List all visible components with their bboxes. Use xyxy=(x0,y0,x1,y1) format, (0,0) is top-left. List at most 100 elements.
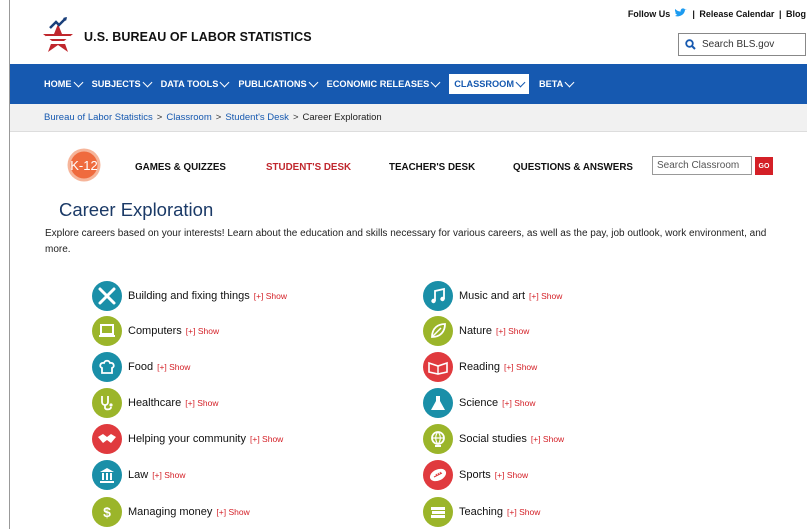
nav-economic-releases[interactable]: ECONOMIC RELEASES xyxy=(326,74,441,94)
computer-icon[interactable] xyxy=(92,316,122,346)
stethoscope-icon[interactable] xyxy=(92,388,122,418)
chevron-down-icon xyxy=(73,77,84,88)
handshake-icon[interactable] xyxy=(92,424,122,454)
top-links: Follow Us | Release Calendar | Blog xyxy=(628,8,806,19)
nav-beta-label: BETA xyxy=(538,79,564,89)
chevron-down-icon xyxy=(515,77,526,88)
career-name[interactable]: Sports xyxy=(459,469,491,481)
teachers-desk-link[interactable]: TEACHER'S DESK xyxy=(389,162,475,173)
breadcrumb-current: Career Exploration xyxy=(302,112,382,123)
release-calendar-link[interactable]: Release Calendar xyxy=(699,9,774,19)
show-toggle[interactable]: [+] Show xyxy=(216,507,249,517)
globe-icon[interactable] xyxy=(423,424,453,454)
career-name[interactable]: Reading xyxy=(459,361,500,373)
career-name[interactable]: Science xyxy=(459,397,498,409)
breadcrumb-separator: > xyxy=(292,112,299,123)
k12-label: K-12 xyxy=(70,158,97,173)
show-toggle[interactable]: [+] Show xyxy=(254,291,287,301)
music-icon[interactable] xyxy=(423,281,453,311)
search-bls-input[interactable]: Search BLS.gov xyxy=(678,33,806,56)
career-name[interactable]: Helping your community xyxy=(128,433,246,445)
nav-beta[interactable]: BETA xyxy=(538,74,575,94)
career-item: Nature [+] Show xyxy=(423,315,529,347)
show-toggle[interactable]: [+] Show xyxy=(529,291,562,301)
chevron-down-icon xyxy=(142,77,153,88)
nav-economic-releases-label: ECONOMIC RELEASES xyxy=(326,79,430,89)
chevron-down-icon xyxy=(308,77,319,88)
career-name[interactable]: Teaching xyxy=(459,506,503,518)
career-name[interactable]: Building and fixing things xyxy=(128,290,250,302)
browser-page: U.S. BUREAU OF LABOR STATISTICS Follow U… xyxy=(9,0,807,529)
svg-text:$: $ xyxy=(103,504,111,520)
career-name[interactable]: Healthcare xyxy=(128,397,181,409)
football-icon[interactable] xyxy=(423,460,453,490)
students-desk-link[interactable]: STUDENT'S DESK xyxy=(266,162,351,173)
chevron-down-icon xyxy=(219,77,230,88)
career-name[interactable]: Social studies xyxy=(459,433,527,445)
show-toggle[interactable]: [+] Show xyxy=(496,326,529,336)
nav-data-tools[interactable]: DATA TOOLS xyxy=(161,74,230,94)
show-toggle[interactable]: [+] Show xyxy=(507,507,540,517)
career-item: Building and fixing things [+] Show xyxy=(92,280,287,312)
career-name[interactable]: Law xyxy=(128,469,148,481)
nav-home-label: HOME xyxy=(44,79,72,89)
tools-icon[interactable] xyxy=(92,281,122,311)
follow-us-link[interactable]: Follow Us xyxy=(628,9,671,19)
courthouse-icon[interactable] xyxy=(92,460,122,490)
career-item: Law [+] Show xyxy=(92,459,186,491)
show-toggle[interactable]: [+] Show xyxy=(250,434,283,444)
career-name[interactable]: Managing money xyxy=(128,506,212,518)
nav-publications-label: PUBLICATIONS xyxy=(238,79,307,89)
show-toggle[interactable]: [+] Show xyxy=(157,362,190,372)
k12-logo[interactable]: K-12 xyxy=(63,148,105,182)
career-item: $ Managing money [+] Show xyxy=(92,496,250,528)
games-quizzes-link[interactable]: GAMES & QUIZZES xyxy=(135,162,226,173)
nav-home[interactable]: HOME xyxy=(44,74,84,94)
show-toggle[interactable]: [+] Show xyxy=(185,398,218,408)
career-item: Healthcare [+] Show xyxy=(92,387,219,419)
show-toggle[interactable]: [+] Show xyxy=(152,470,185,480)
breadcrumb: Bureau of Labor Statistics > Classroom >… xyxy=(10,104,807,132)
breadcrumb-bls[interactable]: Bureau of Labor Statistics xyxy=(44,112,153,123)
career-item: Music and art [+] Show xyxy=(423,280,562,312)
flask-icon[interactable] xyxy=(423,388,453,418)
career-name[interactable]: Computers xyxy=(128,325,182,337)
nav-publications[interactable]: PUBLICATIONS xyxy=(238,74,319,94)
site-title[interactable]: U.S. BUREAU OF LABOR STATISTICS xyxy=(84,30,312,44)
career-item: Computers [+] Show xyxy=(92,315,219,347)
money-icon[interactable]: $ xyxy=(92,497,122,527)
blog-link[interactable]: Blog xyxy=(786,9,806,19)
career-item: Sports [+] Show xyxy=(423,459,528,491)
classroom-search-input[interactable]: Search Classroom xyxy=(652,156,752,175)
main-nav: HOME SUBJECTS DATA TOOLS PUBLICATIONS EC… xyxy=(10,64,807,104)
leaf-icon[interactable] xyxy=(423,316,453,346)
nav-subjects[interactable]: SUBJECTS xyxy=(92,74,153,94)
divider: | xyxy=(778,9,782,19)
book-icon[interactable] xyxy=(423,352,453,382)
breadcrumb-separator: > xyxy=(156,112,163,123)
career-name[interactable]: Food xyxy=(128,361,153,373)
chef-hat-icon[interactable] xyxy=(92,352,122,382)
bls-logo-icon[interactable] xyxy=(36,16,80,58)
breadcrumb-separator: > xyxy=(215,112,222,123)
breadcrumb-students-desk[interactable]: Student's Desk xyxy=(225,112,289,123)
show-toggle[interactable]: [+] Show xyxy=(531,434,564,444)
show-toggle[interactable]: [+] Show xyxy=(186,326,219,336)
career-item: Reading [+] Show xyxy=(423,351,537,383)
career-name[interactable]: Music and art xyxy=(459,290,525,302)
site-header: U.S. BUREAU OF LABOR STATISTICS Follow U… xyxy=(10,0,807,64)
twitter-icon[interactable] xyxy=(674,8,687,18)
show-toggle[interactable]: [+] Show xyxy=(504,362,537,372)
nav-classroom[interactable]: CLASSROOM xyxy=(449,74,529,94)
go-button[interactable]: GO xyxy=(755,157,773,175)
breadcrumb-classroom[interactable]: Classroom xyxy=(166,112,211,123)
chevron-down-icon xyxy=(430,77,441,88)
career-item: Helping your community [+] Show xyxy=(92,423,283,455)
nav-classroom-label: CLASSROOM xyxy=(454,79,514,89)
show-toggle[interactable]: [+] Show xyxy=(495,470,528,480)
questions-answers-link[interactable]: QUESTIONS & ANSWERS xyxy=(513,162,633,173)
career-name[interactable]: Nature xyxy=(459,325,492,337)
intro-text: Explore careers based on your interests!… xyxy=(45,228,767,255)
books-icon[interactable] xyxy=(423,497,453,527)
show-toggle[interactable]: [+] Show xyxy=(502,398,535,408)
